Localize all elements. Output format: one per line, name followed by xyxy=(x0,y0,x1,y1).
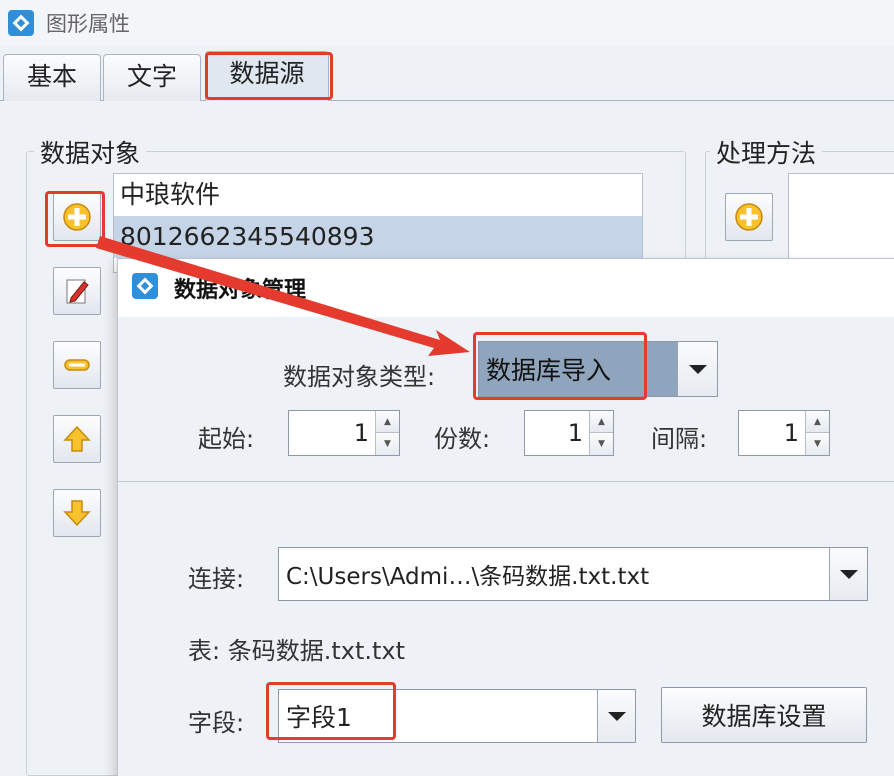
database-settings-button[interactable]: 数据库设置 xyxy=(661,687,867,743)
connection-select[interactable]: C:\Users\Admi…\条码数据.txt.txt xyxy=(278,547,868,601)
chevron-down-icon[interactable] xyxy=(597,690,635,742)
divider xyxy=(118,481,894,482)
tab-basic[interactable]: 基本 xyxy=(3,54,101,101)
add-processing-button[interactable] xyxy=(725,193,773,241)
chevron-down-icon[interactable] xyxy=(677,342,717,396)
window-titlebar: 图形属性 xyxy=(0,0,894,46)
data-object-type-label: 数据对象类型: xyxy=(283,363,436,391)
edit-data-object-button[interactable] xyxy=(53,267,101,315)
table-name: 表: 条码数据.txt.txt xyxy=(188,637,406,665)
start-value: 1 xyxy=(353,419,369,447)
interval-value: 1 xyxy=(783,419,799,447)
data-object-manager-dialog: 数据对象管理 数据对象类型: 数据库导入 起始: 1 ▲ ▼ 份数: 1 ▲ ▼… xyxy=(117,258,894,776)
field-value: 字段1 xyxy=(286,703,352,732)
interval-label: 间隔: xyxy=(651,425,708,453)
data-object-legend: 数据对象 xyxy=(34,134,147,170)
chevron-down-icon[interactable] xyxy=(829,548,867,600)
start-spinner[interactable]: 1 ▲ ▼ xyxy=(288,410,400,456)
connection-value: C:\Users\Admi…\条码数据.txt.txt xyxy=(286,564,650,590)
spinner-up-icon[interactable]: ▲ xyxy=(375,411,399,433)
plus-icon xyxy=(735,203,763,231)
tab-strip: 基本 文字 数据源 xyxy=(0,46,894,101)
edit-icon xyxy=(66,279,89,304)
spinner-down-icon[interactable]: ▼ xyxy=(805,433,829,455)
move-up-button[interactable] xyxy=(53,415,101,463)
minus-icon xyxy=(64,359,90,371)
data-object-type-select[interactable]: 数据库导入 xyxy=(478,341,718,397)
move-down-button[interactable] xyxy=(53,489,101,537)
app-icon xyxy=(8,10,34,36)
dialog-titlebar: 数据对象管理 xyxy=(118,259,894,317)
arrow-down-icon xyxy=(63,500,91,527)
spinner-down-icon[interactable]: ▼ xyxy=(589,433,613,455)
window-title: 图形属性 xyxy=(46,12,130,36)
field-label: 字段: xyxy=(188,709,245,737)
processing-method-legend: 处理方法 xyxy=(710,134,823,170)
start-label: 起始: xyxy=(198,425,255,453)
data-object-type-value: 数据库导入 xyxy=(479,342,677,396)
spinner-up-icon[interactable]: ▲ xyxy=(589,411,613,433)
arrow-up-icon xyxy=(63,425,91,452)
add-data-object-button[interactable] xyxy=(53,193,101,241)
dialog-title: 数据对象管理 xyxy=(174,278,307,303)
tab-data-source[interactable]: 数据源 xyxy=(205,51,329,101)
connection-label: 连接: xyxy=(188,565,245,593)
app-icon xyxy=(132,273,158,299)
copies-label: 份数: xyxy=(434,425,491,453)
tab-text[interactable]: 文字 xyxy=(103,54,201,101)
list-item[interactable]: 8012662345540893 xyxy=(114,216,642,258)
copies-value: 1 xyxy=(567,419,583,447)
spinner-down-icon[interactable]: ▼ xyxy=(375,433,399,455)
delete-data-object-button[interactable] xyxy=(53,341,101,389)
spinner-up-icon[interactable]: ▲ xyxy=(805,411,829,433)
field-select[interactable]: 字段1 xyxy=(278,689,636,743)
plus-icon xyxy=(63,203,91,231)
copies-spinner[interactable]: 1 ▲ ▼ xyxy=(524,410,614,456)
interval-spinner[interactable]: 1 ▲ ▼ xyxy=(738,410,830,456)
list-item[interactable]: 中琅软件 xyxy=(114,174,642,216)
